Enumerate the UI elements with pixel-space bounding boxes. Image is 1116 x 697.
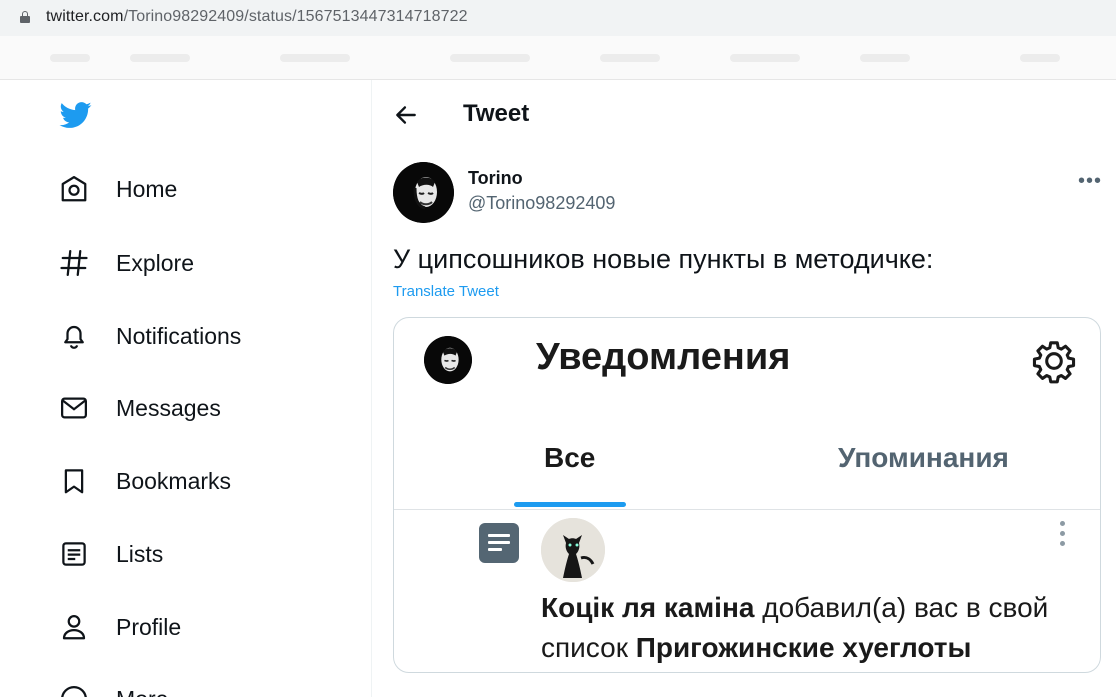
twitter-logo-icon[interactable] xyxy=(57,99,95,131)
tweet-column: Tweet Torino @Torino98292409 ••• У ципсо… xyxy=(373,80,1116,697)
nav-more[interactable]: More xyxy=(56,676,168,697)
more-options-icon[interactable]: ••• xyxy=(1078,170,1102,193)
left-navigation: Home Explore Notifications Messages Book… xyxy=(0,80,372,697)
image-kebab-menu-icon xyxy=(1058,521,1066,551)
nav-messages[interactable]: Messages xyxy=(56,385,221,431)
nav-explore[interactable]: Explore xyxy=(56,240,194,286)
envelope-icon xyxy=(56,390,92,426)
author-handle[interactable]: @Torino98292409 xyxy=(468,193,615,214)
nav-home[interactable]: Home xyxy=(56,166,177,212)
home-icon xyxy=(56,171,92,207)
page-title: Tweet xyxy=(463,100,530,127)
more-circle-icon xyxy=(56,681,92,697)
author-avatar[interactable] xyxy=(393,162,454,223)
nav-messages-label: Messages xyxy=(116,394,221,421)
nav-lists-label: Lists xyxy=(116,540,164,567)
image-avatar xyxy=(424,336,472,384)
cat-avatar xyxy=(541,518,605,582)
nav-profile-label: Profile xyxy=(116,613,182,640)
bookmark-icon xyxy=(56,463,92,499)
nav-explore-label: Explore xyxy=(116,249,194,276)
translate-tweet-link[interactable]: Translate Tweet xyxy=(393,283,499,300)
bell-icon xyxy=(56,318,92,354)
nav-profile[interactable]: Profile xyxy=(56,604,181,650)
back-arrow-icon[interactable] xyxy=(393,102,419,128)
image-active-tab-indicator xyxy=(514,502,626,507)
bookmarks-bar xyxy=(0,36,1116,80)
list-notification-icon xyxy=(479,523,519,563)
list-icon xyxy=(56,536,92,572)
nav-bookmarks-label: Bookmarks xyxy=(116,467,232,494)
nav-notifications-label: Notifications xyxy=(116,322,242,349)
lock-icon[interactable] xyxy=(20,11,30,23)
image-notifications-title: Уведомления xyxy=(536,336,791,378)
gear-icon xyxy=(1032,341,1076,384)
nav-bookmarks[interactable]: Bookmarks xyxy=(56,458,231,504)
person-icon xyxy=(56,609,92,645)
url-text[interactable]: twitter.com/Torino98292409/status/156751… xyxy=(46,8,468,26)
image-notification-line-1: Коцік ля каміна добавил(а) вас в свой xyxy=(541,592,1049,623)
image-tab-all: Все xyxy=(544,442,596,473)
hashtag-icon xyxy=(56,245,92,281)
tweet-media-image[interactable]: Уведомления Все Упоминания Коцік ля камі… xyxy=(393,317,1101,673)
image-tab-mentions: Упоминания xyxy=(838,442,1009,473)
nav-notifications[interactable]: Notifications xyxy=(56,313,241,359)
browser-address-bar[interactable]: twitter.com/Torino98292409/status/156751… xyxy=(0,0,1116,36)
image-divider xyxy=(394,509,1100,510)
nav-lists[interactable]: Lists xyxy=(56,531,163,577)
image-notification-line-2: список Пригожинские хуеглоты xyxy=(541,632,972,663)
nav-more-label: More xyxy=(116,686,168,697)
author-name[interactable]: Torino xyxy=(468,168,523,189)
nav-home-label: Home xyxy=(116,175,178,202)
tweet-text: У ципсошников новые пункты в методичке: xyxy=(393,244,934,274)
